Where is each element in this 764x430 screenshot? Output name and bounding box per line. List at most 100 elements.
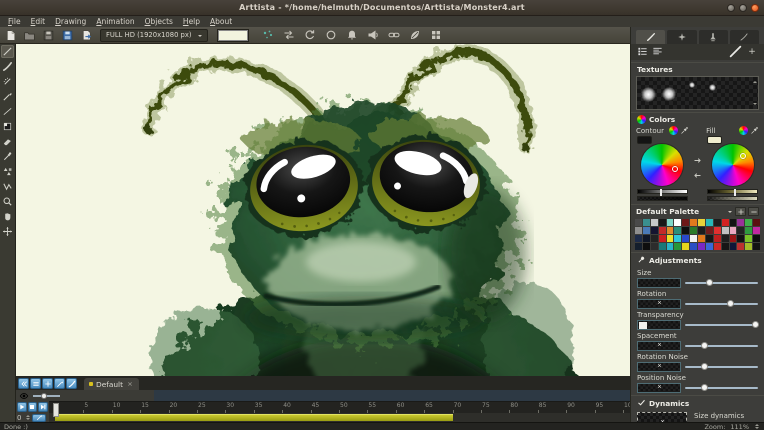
palette-swatch[interactable] xyxy=(651,235,658,242)
palette-swatch[interactable] xyxy=(706,227,713,234)
minimize-button[interactable] xyxy=(727,4,735,12)
palette-swatch[interactable] xyxy=(651,227,658,234)
palette-swatch[interactable] xyxy=(690,235,697,242)
palette-swatch[interactable] xyxy=(643,243,650,250)
color-wheel-icon[interactable] xyxy=(669,126,678,135)
palette-swatch[interactable] xyxy=(643,227,650,234)
palette-swatch[interactable] xyxy=(682,235,689,242)
tool-airbrush[interactable] xyxy=(1,75,14,88)
close-button[interactable] xyxy=(751,4,759,12)
layer-track-background[interactable] xyxy=(154,390,630,401)
palette-swatch[interactable] xyxy=(682,227,689,234)
slider-preview[interactable] xyxy=(637,362,681,372)
slider-handle[interactable] xyxy=(752,321,759,328)
slider-preview[interactable] xyxy=(637,299,681,309)
palette-swatch[interactable] xyxy=(690,219,697,226)
panel-tab-pen-tab[interactable] xyxy=(730,30,759,44)
menu-about[interactable]: About xyxy=(205,16,237,27)
palette-swatch[interactable] xyxy=(659,219,666,226)
palette-swatch[interactable] xyxy=(745,219,752,226)
textures-section-header[interactable]: Textures xyxy=(631,62,764,75)
fill-wheel-marker[interactable] xyxy=(740,153,746,159)
export-button[interactable] xyxy=(79,28,93,42)
contour-color-wheel[interactable] xyxy=(641,144,683,186)
contour-value-slider[interactable] xyxy=(637,189,688,194)
tool-polyline[interactable] xyxy=(1,180,14,193)
particles-button[interactable] xyxy=(261,28,275,42)
texture-thumb-small-dot[interactable] xyxy=(689,82,695,88)
spin-up-icon[interactable] xyxy=(755,422,759,426)
rotate-button[interactable] xyxy=(303,28,317,42)
playhead-marker[interactable] xyxy=(53,403,59,417)
palette-swatch[interactable] xyxy=(674,219,681,226)
tool-move[interactable] xyxy=(1,225,14,238)
palette-swatch[interactable] xyxy=(737,219,744,226)
slider-handle[interactable] xyxy=(701,342,708,349)
slider-control[interactable] xyxy=(685,383,758,392)
palette-add-button[interactable] xyxy=(735,207,746,216)
bell-button[interactable] xyxy=(345,28,359,42)
fill-alpha-slider[interactable] xyxy=(707,196,758,201)
palette-swatch[interactable] xyxy=(698,219,705,226)
leaf-button[interactable] xyxy=(408,28,422,42)
menu-objects[interactable]: Objects xyxy=(140,16,178,27)
palette-swatch[interactable] xyxy=(698,227,705,234)
palette-swatch[interactable] xyxy=(753,235,760,242)
tool-eraser[interactable] xyxy=(1,135,14,148)
background-color-swatch[interactable] xyxy=(217,29,249,42)
palette-swatch[interactable] xyxy=(635,235,642,242)
palette-swatch[interactable] xyxy=(730,235,737,242)
stop-button[interactable] xyxy=(28,402,38,412)
menu-file[interactable]: File xyxy=(3,16,26,27)
frame-spinner[interactable] xyxy=(25,413,31,422)
palette-swatch[interactable] xyxy=(659,227,666,234)
palette-swatch[interactable] xyxy=(737,227,744,234)
panel-tab-sparkle-tab[interactable] xyxy=(667,30,696,44)
palette-swatch[interactable] xyxy=(698,235,705,242)
canvas-size-dropdown[interactable]: FULL HD (1920x1080 px) xyxy=(100,29,208,42)
menu-drawing[interactable]: Drawing xyxy=(50,16,91,27)
palette-swatch[interactable] xyxy=(753,227,760,234)
tool-shapes[interactable] xyxy=(1,165,14,178)
new-file-button[interactable] xyxy=(3,28,17,42)
palette-swatch[interactable] xyxy=(674,243,681,250)
frame-ruler[interactable]: 5101520253035404550556065707580859095100 xyxy=(49,401,630,413)
play-button[interactable] xyxy=(17,402,27,412)
slider-control[interactable] xyxy=(685,299,758,308)
slider-control[interactable] xyxy=(685,320,758,329)
opacity-slider[interactable] xyxy=(33,392,60,399)
spin-up-icon[interactable] xyxy=(26,413,30,417)
palette-swatch[interactable] xyxy=(753,243,760,250)
slider-handle[interactable] xyxy=(706,279,713,286)
tool-pan[interactable] xyxy=(1,210,14,223)
palette-swatch[interactable] xyxy=(706,243,713,250)
palette-swatch[interactable] xyxy=(659,235,666,242)
flip-button[interactable] xyxy=(282,28,296,42)
palette-swatch[interactable] xyxy=(667,227,674,234)
slider-preview[interactable] xyxy=(637,383,681,393)
tool-fill[interactable] xyxy=(1,120,14,133)
palette-header[interactable]: Default Palette xyxy=(631,204,764,217)
fill-value-slider[interactable] xyxy=(707,189,758,194)
slider-handle[interactable] xyxy=(701,363,708,370)
palette-swatch[interactable] xyxy=(745,235,752,242)
palette-swatch[interactable] xyxy=(635,219,642,226)
fill-value-marker[interactable] xyxy=(734,189,736,196)
palette-swatch[interactable] xyxy=(706,235,713,242)
tool-line[interactable] xyxy=(1,105,14,118)
palette-swatch[interactable] xyxy=(737,243,744,250)
chevron-down-icon[interactable] xyxy=(728,211,732,215)
drawing-canvas[interactable] xyxy=(16,44,630,376)
menu-animation[interactable]: Animation xyxy=(91,16,139,27)
zoom-value[interactable]: 111% xyxy=(730,423,749,430)
palette-swatch[interactable] xyxy=(730,219,737,226)
swap-arrow-left-button[interactable] xyxy=(693,171,702,182)
texture-thumb-soft-dot[interactable] xyxy=(641,87,656,102)
palette-swatch[interactable] xyxy=(737,235,744,242)
frame-number-field[interactable]: 0 xyxy=(17,414,24,422)
panel-tab-stamp-tab[interactable] xyxy=(699,30,728,44)
menu-help[interactable]: Help xyxy=(178,16,205,27)
textures-strip[interactable] xyxy=(636,76,759,110)
view-list-view-button[interactable] xyxy=(637,46,648,59)
palette-swatch[interactable] xyxy=(714,227,721,234)
